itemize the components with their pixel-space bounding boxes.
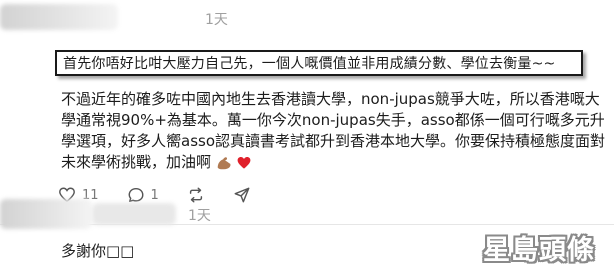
comment-icon xyxy=(128,187,144,203)
comment-line: 學選項，好多人嚮asso認真讀書考試都升到香港本地大學。你要保持積極態度面對 xyxy=(61,132,606,150)
share-button[interactable] xyxy=(233,186,251,204)
red-heart-icon xyxy=(237,156,251,169)
comment-line: 不過近年的確多咗中國內地生去香港讀大學，non-jupas競爭大咗，所以香港嘅大 xyxy=(61,90,600,108)
reply-text: 多謝你□□ xyxy=(61,242,135,260)
comment-body: 不過近年的確多咗中國內地生去香港讀大學，non-jupas競爭大咗，所以香港嘅大… xyxy=(61,89,611,173)
comment-line: 未來學術挑戰，加油啊 xyxy=(61,153,212,171)
repost-button[interactable] xyxy=(187,186,205,204)
flexed-biceps-icon xyxy=(217,156,231,169)
send-icon xyxy=(234,187,250,203)
emoji-group xyxy=(215,154,255,172)
watermark-logo: 星島頭條 xyxy=(483,234,595,266)
highlighted-comment-text: 首先你唔好比咁大壓力自己先，一個人嘅價值並非用成績分數、學位去衡量~~ xyxy=(63,56,556,72)
comment-line: 學通常視90%+為基本。萬一你今次non-jupas失手，asso都係一個可行嘅… xyxy=(61,111,605,129)
reply-timestamp: 1天 xyxy=(188,208,211,224)
blurred-reply-avatar xyxy=(0,199,92,229)
repost-icon xyxy=(189,187,202,203)
reply-count: 1 xyxy=(150,187,159,203)
blurred-username xyxy=(0,4,118,30)
blurred-reply-username xyxy=(92,203,176,225)
comment-timestamp: 1天 xyxy=(205,12,228,28)
reply-button[interactable]: 1 xyxy=(127,186,159,204)
